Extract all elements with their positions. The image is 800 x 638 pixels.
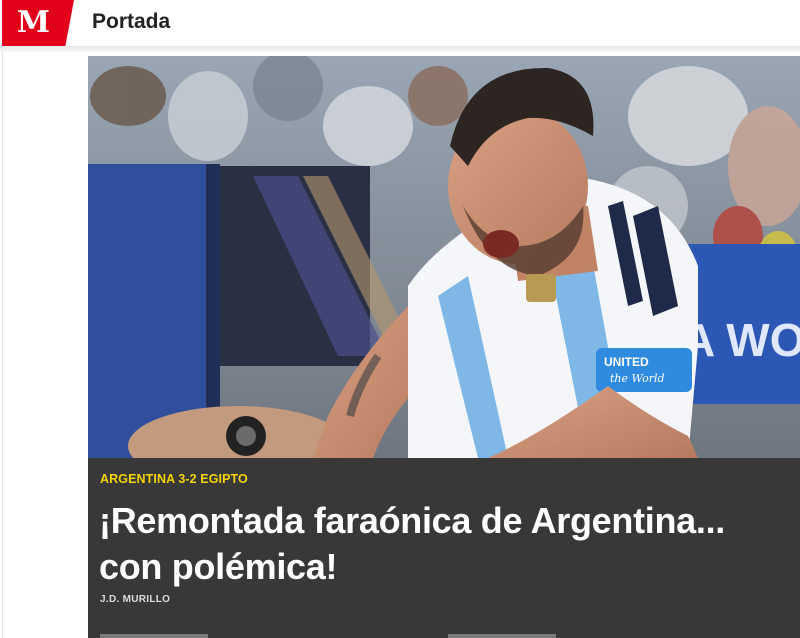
open-mouth — [483, 230, 519, 258]
top-navigation-bar: M Portada — [0, 0, 800, 46]
rail-divider — [2, 52, 3, 638]
article-byline: J.D. MURILLO — [100, 594, 171, 605]
hero-image[interactable]: A WO UNITED the World — [88, 56, 800, 458]
related-link-bar[interactable] — [100, 634, 208, 638]
section-title[interactable]: Portada — [92, 10, 170, 34]
marca-logo[interactable]: M — [2, 0, 74, 46]
related-link-bar[interactable] — [448, 634, 556, 638]
armband-text-2: the World — [610, 372, 665, 385]
left-rail — [0, 52, 87, 638]
armband-text-1: UNITED — [604, 355, 649, 369]
logo-letter: M — [16, 5, 50, 40]
article-kicker[interactable]: ARGENTINA 3-2 EGIPTO — [100, 472, 248, 486]
article-headline[interactable]: ¡Remontada faraónica de Argentina... con… — [99, 498, 789, 590]
header-divider — [0, 46, 800, 52]
article-caption[interactable]: ARGENTINA 3-2 EGIPTO ¡Remontada faraónic… — [88, 458, 800, 638]
hero-photo: A WO UNITED the World — [88, 56, 800, 458]
banner-text: A WO — [682, 314, 800, 366]
